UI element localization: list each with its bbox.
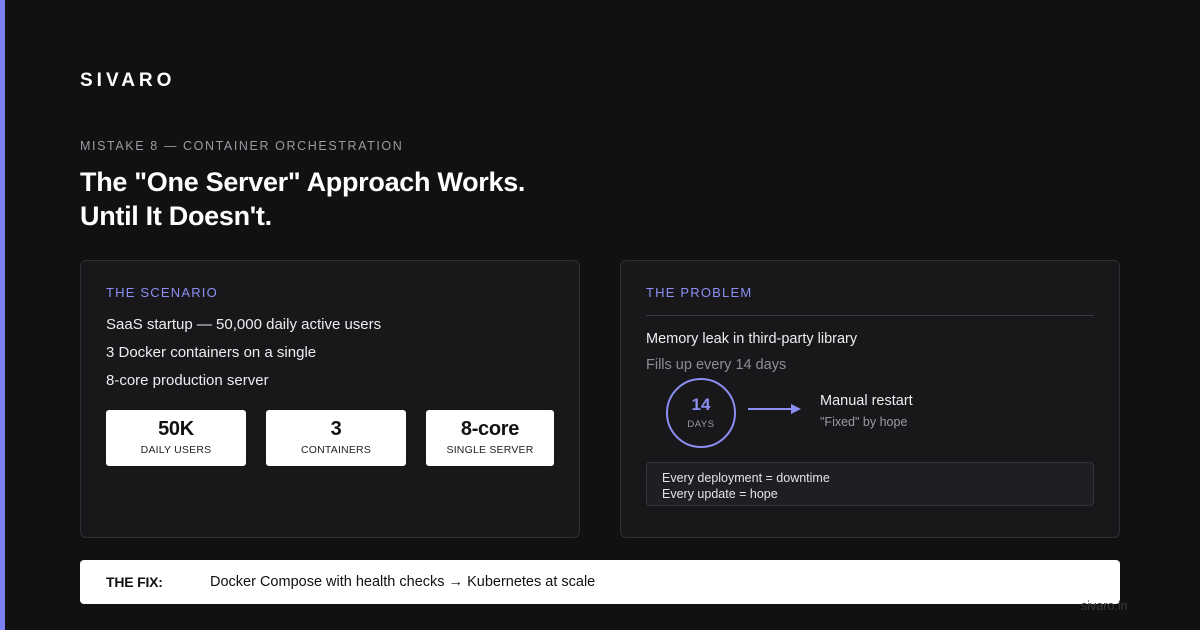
scenario-line: SaaS startup — 50,000 daily active users	[106, 316, 382, 333]
accent-bar	[0, 0, 5, 630]
scenario-card: THE SCENARIO SaaS startup — 50,000 daily…	[80, 260, 580, 538]
note-line: Every update = hope	[662, 487, 778, 501]
fix-label: THE FIX:	[106, 574, 163, 590]
page-title: The "One Server" Approach Works. Until I…	[80, 165, 525, 233]
restart-title: Manual restart	[820, 393, 913, 409]
arrow-right-icon	[748, 404, 801, 414]
section-eyebrow: MISTAKE 8 — CONTAINER ORCHESTRATION	[80, 139, 404, 153]
page-title-line-1: The "One Server" Approach Works.	[80, 167, 526, 197]
fix-text: Docker Compose with health checks → Kube…	[210, 574, 596, 590]
stat-caption: CONTAINERS	[300, 444, 372, 456]
restart-subtitle: "Fixed" by hope	[820, 415, 908, 429]
consequence-note: Every deployment = downtime Every update…	[646, 462, 1094, 506]
problem-card: THE PROBLEM Memory leak in third-party l…	[620, 260, 1120, 538]
scenario-line: 3 Docker containers on a single	[106, 344, 317, 361]
note-line: Every deployment = downtime	[662, 471, 830, 485]
footer-url[interactable]: sivaro.in	[1081, 599, 1128, 613]
stat-single-server: 8-core SINGLE SERVER	[426, 410, 554, 466]
fix-banner: THE FIX: Docker Compose with health chec…	[80, 560, 1120, 604]
days-unit: DAYS	[687, 419, 715, 430]
problem-title: Memory leak in third-party library	[646, 331, 858, 347]
stat-daily-users: 50K DAILY USERS	[106, 410, 246, 466]
stat-value: 50K	[158, 418, 194, 440]
divider	[646, 315, 1094, 316]
problem-subtitle: Fills up every 14 days	[646, 357, 787, 373]
stat-caption: SINGLE SERVER	[446, 444, 534, 456]
scenario-description: SaaS startup — 50,000 daily active users…	[106, 315, 381, 399]
stat-containers: 3 CONTAINERS	[266, 410, 406, 466]
stat-value: 8-core	[460, 418, 520, 440]
problem-label: THE PROBLEM	[646, 285, 753, 300]
stat-value: 3	[330, 418, 342, 440]
brand-logo: SIVARO	[80, 70, 176, 91]
scenario-label: THE SCENARIO	[106, 285, 218, 300]
stat-caption: DAILY USERS	[140, 444, 212, 456]
page-title-line-2: Until It Doesn't.	[80, 201, 272, 231]
days-value: 14	[691, 395, 711, 414]
scenario-line: 8-core production server	[106, 372, 269, 389]
days-ring: 14 DAYS	[666, 378, 736, 448]
